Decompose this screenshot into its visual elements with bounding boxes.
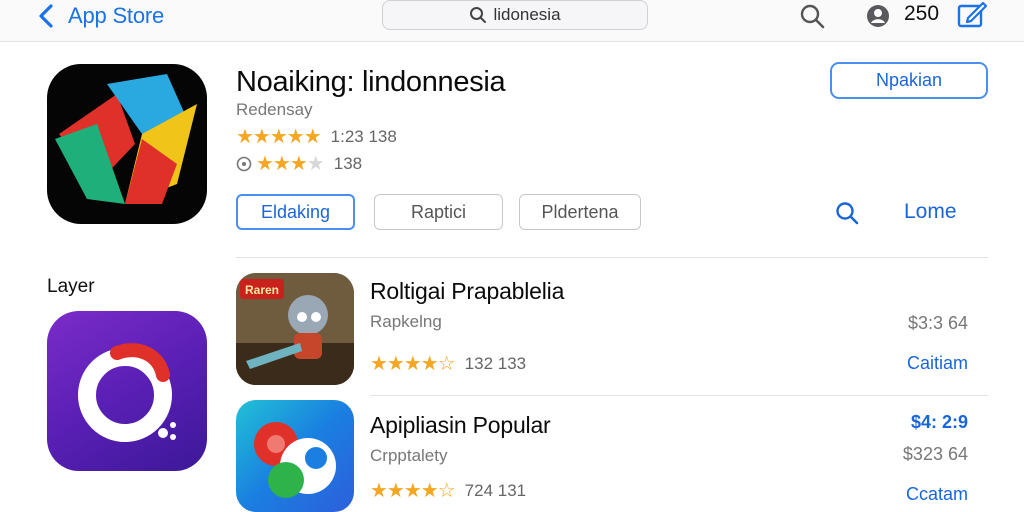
search-value: lidonesia	[493, 5, 561, 24]
layer-app-icon[interactable]	[47, 311, 207, 471]
top-bar: App Store lidonesia 250	[0, 0, 1024, 42]
back-button[interactable]: App Store	[36, 1, 164, 31]
category-pill-2[interactable]: Raptici	[374, 194, 503, 230]
star-rating: ★★★★	[256, 153, 325, 175]
app-logo-icon	[55, 74, 197, 204]
star-rating: ★★★★☆	[370, 353, 456, 375]
row-1-title: Roltigai Prapablelia	[370, 278, 565, 304]
row-1-action[interactable]: Caitiam	[907, 353, 968, 374]
section-divider	[236, 257, 988, 258]
featured-app-title: Noaiking: lindonnesia	[236, 66, 506, 98]
search-icon	[470, 7, 487, 23]
category-pill-3[interactable]: Pldertena	[519, 194, 641, 230]
search-icon[interactable]	[834, 200, 860, 226]
back-label: App Store	[68, 3, 165, 28]
featured-rating-secondary: ★★★★ 138	[236, 151, 362, 176]
row-2-rating: ★★★★☆ 724 131	[370, 478, 526, 503]
rating-count: 132 133	[464, 353, 527, 373]
ring-logo-icon	[78, 343, 176, 442]
rating-count: 1:23 138	[330, 126, 397, 146]
row-divider	[370, 395, 988, 396]
row-1-price: $3:3 64	[907, 313, 968, 333]
featured-app-icon[interactable]	[47, 64, 207, 224]
star-rating: ★★★★☆	[370, 480, 456, 502]
featured-link[interactable]: Lome	[904, 200, 957, 224]
bubbles-logo-icon	[254, 422, 336, 498]
category-pill-1[interactable]: Eldaking	[236, 194, 355, 230]
star-rating: ★★★★★	[236, 126, 322, 148]
account-icon[interactable]	[866, 4, 890, 28]
row-2-price-primary: $4: 2:9	[910, 412, 968, 432]
row-1-subtitle: Rapkelng	[370, 312, 442, 331]
open-button[interactable]: Npakian	[830, 62, 988, 99]
row-2-title: Apipliasin Popular	[370, 412, 551, 438]
badge-count: 250	[904, 2, 940, 25]
search-field[interactable]: lidonesia	[382, 0, 648, 30]
game-character-icon: Raren	[236, 273, 354, 385]
row-2-action[interactable]: Ccatam	[906, 484, 968, 505]
featured-rating: ★★★★★ 1:23 138	[236, 124, 397, 149]
search-icon[interactable]	[798, 2, 826, 30]
rating-count: 138	[333, 153, 363, 173]
popular-app-icon[interactable]	[236, 400, 354, 512]
age-rating-icon	[236, 156, 252, 171]
featured-app-subtitle: Redensay	[236, 100, 313, 119]
game-badge-text: Raren	[245, 283, 279, 297]
row-2-price: $323 64	[902, 444, 968, 464]
row-1-rating: ★★★★☆ 132 133	[370, 351, 526, 376]
edit-icon[interactable]	[956, 0, 988, 30]
section-label: Layer	[47, 276, 95, 297]
row-2-subtitle: Crpptalety	[370, 446, 448, 465]
chevron-left-icon	[39, 4, 53, 28]
rating-count: 724 131	[464, 480, 527, 500]
game-app-icon[interactable]: Raren	[236, 273, 354, 385]
